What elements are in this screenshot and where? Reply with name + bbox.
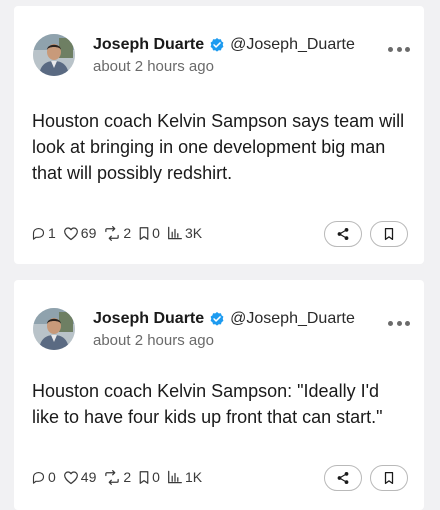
author-name[interactable]: Joseph Duarte: [93, 36, 204, 54]
share-icon: [337, 228, 349, 240]
reply-icon: [32, 471, 45, 484]
post-text: Houston coach Kelvin Sampson: "Ideally I…: [32, 381, 383, 427]
views-icon: [168, 470, 182, 484]
avatar[interactable]: [33, 308, 75, 350]
verified-badge-icon: [209, 311, 225, 327]
share-button[interactable]: [324, 465, 362, 491]
views-icon: [168, 226, 182, 240]
post-card: Joseph Duarte @Joseph_Duarte about 2 hou…: [14, 280, 424, 510]
reply-count: 1: [48, 225, 56, 241]
author-name[interactable]: Joseph Duarte: [93, 310, 204, 328]
bookmark-button[interactable]: [370, 221, 408, 247]
like-icon: [63, 226, 78, 240]
repost-count: 2: [123, 469, 132, 485]
views-stat[interactable]: 1K: [167, 469, 202, 485]
like-stat[interactable]: 49: [63, 469, 97, 485]
bookmark-icon: [139, 470, 149, 484]
like-icon: [63, 470, 78, 484]
repost-stat[interactable]: 2: [103, 469, 131, 485]
post-stats: 1 69 2 0 3K: [31, 225, 209, 241]
like-count: 69: [80, 225, 97, 241]
bookmark-button[interactable]: [370, 465, 408, 491]
bookmark-icon: [384, 227, 394, 241]
post-timestamp[interactable]: about 2 hours ago: [93, 332, 214, 349]
author-handle[interactable]: @Joseph_Duarte: [230, 310, 355, 328]
more-icon[interactable]: [388, 318, 410, 328]
post-text: Houston coach Kelvin Sampson says team w…: [32, 111, 405, 183]
verified-badge-icon: [209, 37, 225, 53]
like-stat[interactable]: 69: [63, 225, 97, 241]
bookmark-count: 0: [152, 225, 160, 241]
author-handle[interactable]: @Joseph_Duarte: [230, 36, 355, 54]
post-actions: [316, 465, 408, 491]
like-count: 49: [80, 469, 97, 485]
bookmark-icon: [139, 226, 149, 240]
post-card: Joseph Duarte @Joseph_Duarte about 2 hou…: [14, 6, 424, 264]
share-button[interactable]: [324, 221, 362, 247]
reply-stat[interactable]: 1: [31, 225, 56, 241]
views-count: 1K: [184, 469, 203, 485]
bookmark-count: 0: [152, 469, 160, 485]
bookmark-stat[interactable]: 0: [138, 225, 160, 241]
reply-count: 0: [48, 469, 56, 485]
post-stats: 0 49 2 0 1K: [31, 469, 209, 485]
post-feed: Joseph Duarte @Joseph_Duarte about 2 hou…: [0, 0, 440, 510]
author-line: Joseph Duarte @Joseph_Duarte: [93, 308, 355, 330]
bookmark-icon: [384, 471, 394, 485]
repost-icon: [105, 225, 120, 241]
bookmark-stat[interactable]: 0: [138, 469, 160, 485]
post-actions: [316, 221, 408, 247]
repost-stat[interactable]: 2: [103, 225, 131, 241]
more-icon[interactable]: [388, 44, 410, 54]
views-count: 3K: [184, 225, 203, 241]
reply-stat[interactable]: 0: [31, 469, 56, 485]
post-timestamp[interactable]: about 2 hours ago: [93, 58, 214, 75]
repost-icon: [105, 469, 120, 485]
share-icon: [337, 472, 349, 484]
avatar[interactable]: [33, 34, 75, 76]
author-line: Joseph Duarte @Joseph_Duarte: [93, 34, 355, 56]
views-stat[interactable]: 3K: [167, 225, 202, 241]
reply-icon: [32, 227, 45, 240]
repost-count: 2: [123, 225, 132, 241]
